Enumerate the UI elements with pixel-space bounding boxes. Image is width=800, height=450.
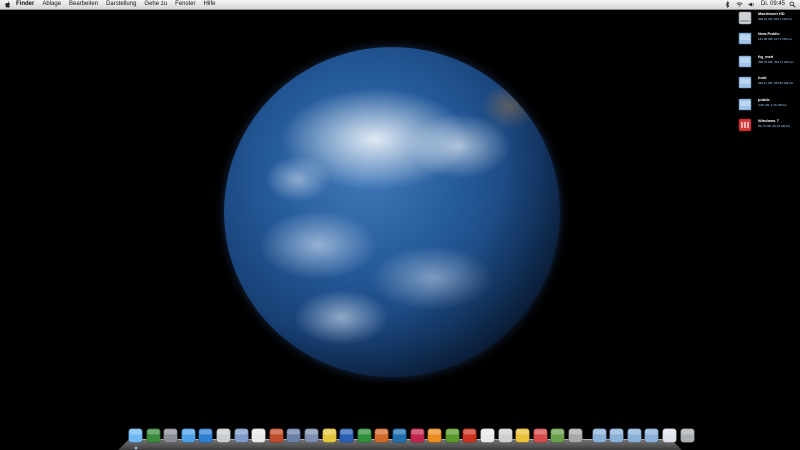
volume-public[interactable]: public 4,96 GB, 2,15 GB frei — [736, 96, 800, 114]
menu-bearbeiten[interactable]: Bearbeiten — [65, 0, 102, 9]
volume-fig-med[interactable]: fig_med 498,76 GB, 494,74 GB frei — [736, 53, 800, 71]
volume-name: New-Public — [758, 31, 780, 36]
volume-info: 161,06 GB, 107,1 GB frei — [758, 37, 792, 41]
volume-new-public[interactable]: New-Public 161,06 GB, 107,1 GB frei — [736, 30, 800, 48]
bootcamp-icon[interactable] — [568, 428, 583, 443]
photo-editor-icon[interactable] — [286, 428, 302, 443]
spotlight-search-icon[interactable] — [788, 1, 796, 9]
menu-hilfe[interactable]: Hilfe — [199, 0, 219, 9]
network-volume-icon — [738, 74, 752, 90]
volume-info: 4,96 GB, 2,15 GB frei — [758, 103, 787, 107]
volume-hold[interactable]: hold 299,11 GB, 263,81 GB frei — [736, 74, 800, 92]
network-tool-icon[interactable] — [321, 428, 337, 443]
color-picker-icon[interactable] — [532, 428, 548, 443]
dock — [118, 428, 695, 450]
dreamweaver-icon[interactable] — [444, 428, 460, 443]
illustrator-icon[interactable] — [427, 428, 442, 443]
hard-drive-icon — [738, 10, 752, 26]
volume-info: 498,76 GB, 494,74 GB frei — [758, 60, 794, 64]
safari-icon[interactable] — [198, 428, 214, 443]
applications-folder-icon[interactable] — [591, 428, 607, 443]
wifi-icon[interactable] — [736, 1, 744, 8]
wallpaper-earth — [224, 47, 560, 377]
ical-icon[interactable] — [251, 428, 266, 443]
menu-ablage[interactable]: Ablage — [38, 0, 65, 9]
photo-booth-icon[interactable] — [145, 428, 161, 443]
menu-clock[interactable]: Di. 09:45 — [758, 0, 788, 9]
volume-name: Macintosh HD — [758, 11, 785, 16]
menu-extras: Di. 09:45 — [722, 0, 796, 9]
volume-info: 999,31 GB, 834,7 GB frei — [758, 17, 792, 21]
apple-menu-icon[interactable] — [4, 0, 12, 9]
running-indicator — [134, 447, 137, 449]
bridge-icon[interactable] — [515, 428, 530, 443]
word-icon[interactable] — [339, 428, 354, 443]
network-volume-icon — [738, 30, 752, 46]
volume-name: public — [758, 97, 770, 102]
flash-icon[interactable] — [462, 428, 478, 443]
preview-window-icon[interactable] — [662, 428, 677, 443]
stickies-icon[interactable] — [268, 428, 284, 443]
system-preferences-icon[interactable] — [163, 428, 178, 443]
address-book-icon[interactable] — [233, 428, 249, 443]
menu-bar: Finder Ablage Bearbeiten Darstellung Geh… — [0, 0, 800, 10]
server-volume-icon[interactable] — [644, 428, 660, 443]
volume-name: Windows 7 — [758, 118, 779, 123]
trash-icon[interactable] — [679, 428, 695, 443]
menu-darstellung[interactable]: Darstellung — [102, 0, 140, 9]
network-volume-icon — [738, 96, 752, 112]
indesign-icon[interactable] — [409, 428, 425, 443]
excel-icon[interactable] — [356, 428, 372, 443]
acrobat-icon[interactable] — [480, 428, 495, 443]
distiller-icon[interactable] — [497, 428, 513, 443]
volume-info: 299,11 GB, 263,81 GB frei — [758, 81, 794, 85]
powerpoint-icon[interactable] — [374, 428, 390, 443]
finder-icon[interactable] — [128, 428, 143, 443]
volume-name: fig_med — [758, 54, 774, 59]
menu-fenster[interactable]: Fenster — [171, 0, 199, 9]
volume-windows-7[interactable]: Windows 7 99,73 GB, 26,19 GB frei — [736, 117, 800, 135]
menu-finder[interactable]: Finder — [12, 0, 38, 9]
documents-folder-icon[interactable] — [609, 428, 624, 443]
games-icon[interactable] — [550, 428, 566, 443]
volume-info: 99,73 GB, 26,19 GB frei — [758, 124, 791, 128]
script-editor-icon[interactable] — [304, 428, 319, 443]
volume-name: hold — [758, 75, 767, 80]
itunes-icon[interactable] — [180, 428, 196, 443]
downloads-folder-icon[interactable] — [626, 428, 642, 443]
photoshop-icon[interactable] — [392, 428, 407, 443]
volume-icon[interactable] — [748, 1, 756, 8]
menu-gehe-zu[interactable]: Gehe zu — [140, 0, 171, 9]
mail-icon[interactable] — [216, 428, 231, 443]
bluetooth-icon[interactable] — [724, 1, 732, 8]
network-volume-icon — [738, 53, 752, 69]
volume-macintosh-hd[interactable]: Macintosh HD 999,31 GB, 834,7 GB frei — [736, 10, 800, 28]
bootcamp-volume-icon — [738, 117, 752, 133]
